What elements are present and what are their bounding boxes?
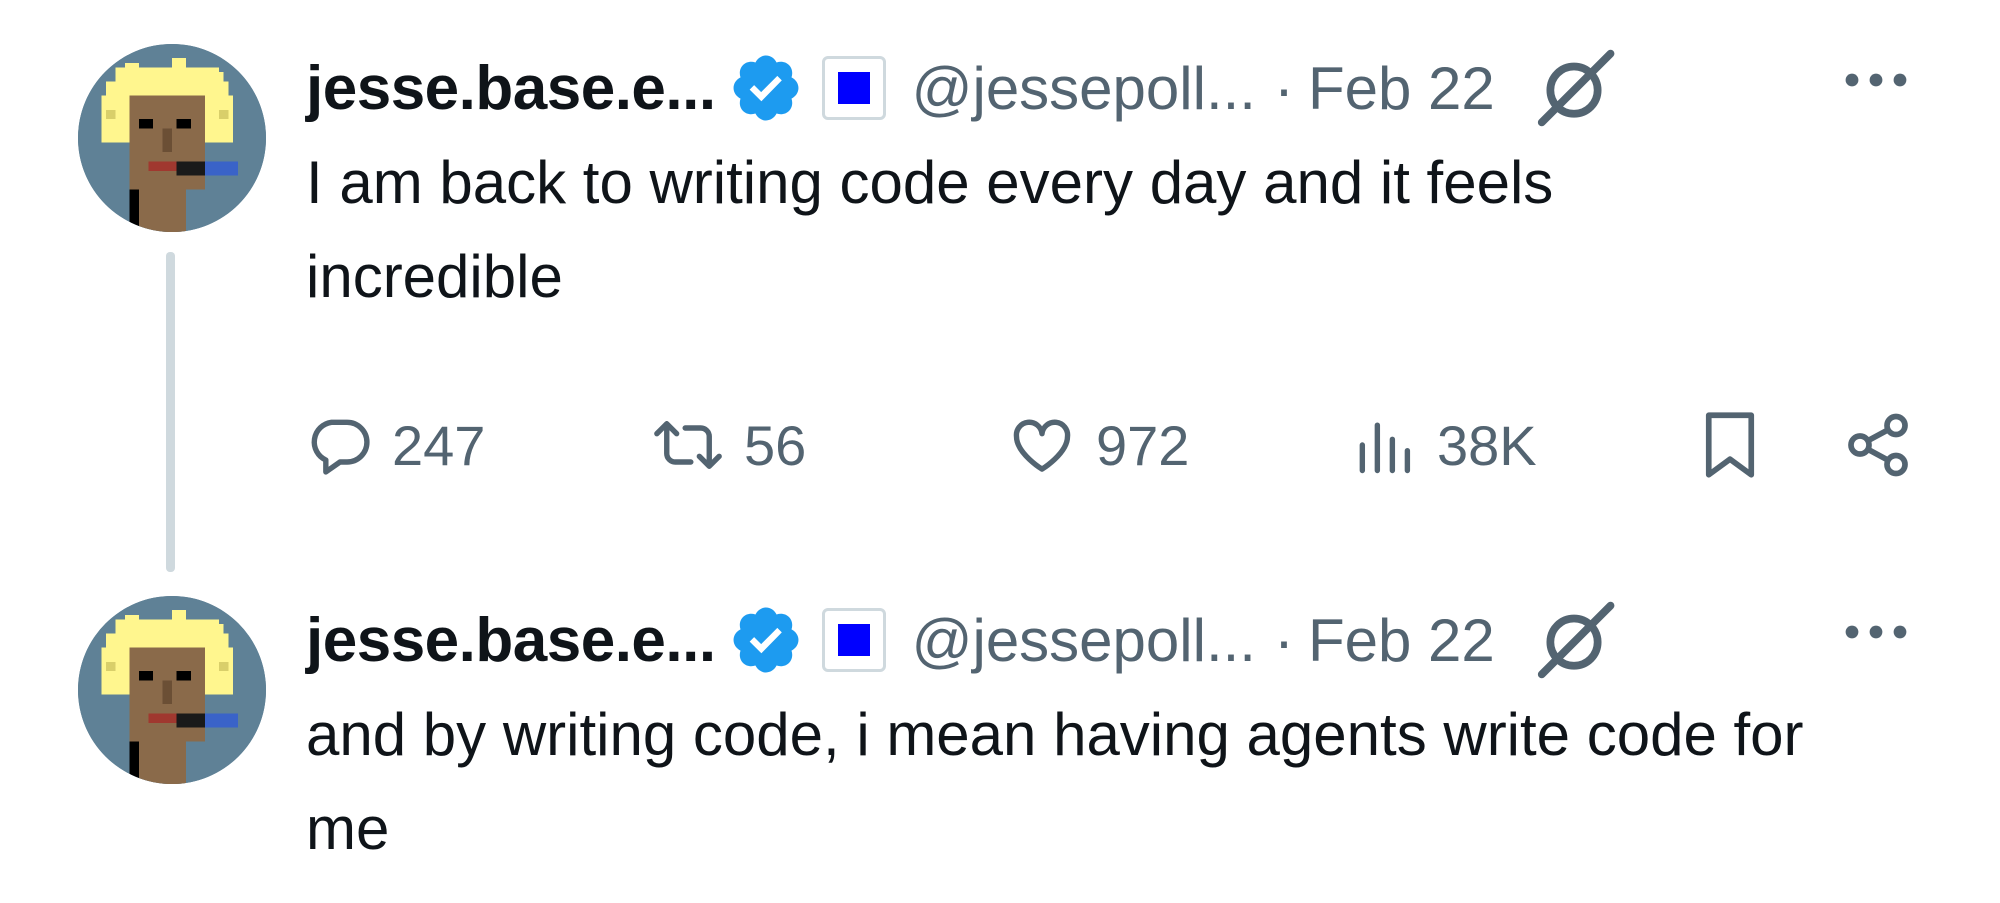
affiliate-badge-icon[interactable] xyxy=(821,608,886,672)
tweet-date[interactable]: Feb 22 xyxy=(1308,54,1495,123)
tweet-text: I am back to writing code every day and … xyxy=(306,149,1554,310)
share-button[interactable] xyxy=(1842,400,1914,490)
tweet-header: jesse.base.e... @jessepoll... · Feb 22 xyxy=(306,40,1926,136)
repost-button[interactable]: 56 xyxy=(650,400,806,490)
display-name[interactable]: jesse.base.e... xyxy=(306,605,716,676)
tweet-actions: 247 56 972 38K xyxy=(306,400,1926,490)
avatar[interactable] xyxy=(78,596,266,784)
tweet-content: jesse.base.e... @jessepoll... · Feb 22 a… xyxy=(306,592,1926,876)
share-icon xyxy=(1848,413,1908,477)
more-options-icon[interactable] xyxy=(1836,612,1916,652)
reply-count: 247 xyxy=(392,413,486,477)
like-button[interactable]: 972 xyxy=(1006,400,1189,490)
tweet[interactable]: jesse.base.e... @jessepoll... · Feb 22 I… xyxy=(0,40,2000,600)
reply-icon xyxy=(311,419,370,475)
tweet-header: jesse.base.e... @jessepoll... · Feb 22 xyxy=(306,592,1926,688)
user-handle[interactable]: @jessepoll... xyxy=(912,54,1256,123)
views-count: 38K xyxy=(1437,413,1537,477)
tweet-text: and by writing code, i mean having agent… xyxy=(306,701,1804,862)
views-button[interactable]: 38K xyxy=(1351,400,1537,490)
like-count: 972 xyxy=(1096,413,1190,477)
affiliate-badge-icon[interactable] xyxy=(821,56,886,120)
repost-count: 56 xyxy=(744,413,807,477)
bookmark-icon xyxy=(1705,412,1755,478)
avatar[interactable] xyxy=(78,44,266,232)
tweet-thread: jesse.base.e... @jessepoll... · Feb 22 I… xyxy=(0,0,2000,903)
thread-connector-line xyxy=(166,252,175,572)
tweet-date[interactable]: Feb 22 xyxy=(1308,606,1495,675)
reply-button[interactable]: 247 xyxy=(306,400,485,490)
verified-badge-icon[interactable] xyxy=(728,50,804,126)
tweet-content: jesse.base.e... @jessepoll... · Feb 22 I… xyxy=(306,40,1926,478)
tweet[interactable]: jesse.base.e... @jessepoll... · Feb 22 a… xyxy=(0,592,2000,903)
repost-icon xyxy=(654,421,722,469)
separator-dot: · xyxy=(1273,54,1294,122)
views-chart-icon xyxy=(1359,422,1411,474)
grok-icon[interactable] xyxy=(1531,45,1617,131)
separator-dot: · xyxy=(1273,606,1294,674)
more-options-icon[interactable] xyxy=(1836,60,1916,100)
verified-badge-icon[interactable] xyxy=(728,602,804,678)
heart-icon xyxy=(1013,419,1071,472)
grok-icon[interactable] xyxy=(1531,597,1617,683)
user-handle[interactable]: @jessepoll... xyxy=(912,606,1256,675)
bookmark-button[interactable] xyxy=(1696,400,1764,490)
display-name[interactable]: jesse.base.e... xyxy=(306,53,716,124)
